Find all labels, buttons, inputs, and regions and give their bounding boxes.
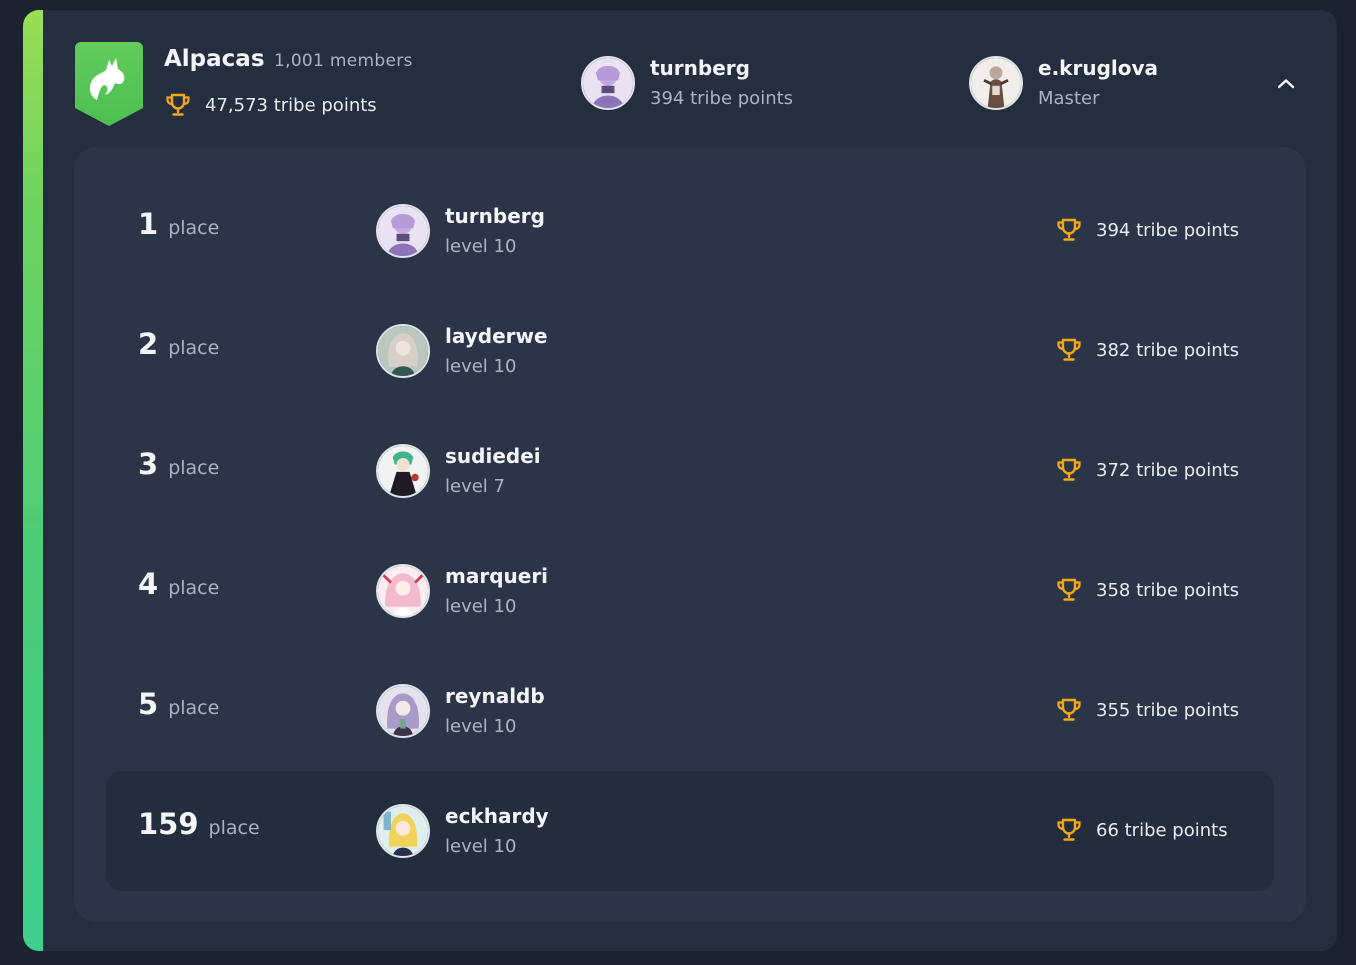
avatar[interactable] xyxy=(376,444,430,498)
tribe-name[interactable]: Alpacas xyxy=(164,46,265,72)
points-label: 66 tribe points xyxy=(1096,819,1228,841)
leaderboard-row[interactable]: 3 place sudiedei level 7 372 tribe point… xyxy=(106,411,1274,529)
user-level: level 10 xyxy=(445,716,517,737)
top-user-avatar[interactable] xyxy=(581,56,635,110)
rank-number: 2 xyxy=(138,327,159,361)
current-user-row[interactable]: 159 place eckhardy level 10 66 tribe poi… xyxy=(106,771,1274,891)
user-name[interactable]: sudiedei xyxy=(445,444,541,468)
avatar[interactable] xyxy=(376,204,430,258)
user-points: 358 tribe points xyxy=(1056,578,1239,602)
user-name[interactable]: layderwe xyxy=(445,324,548,348)
rank-number: 4 xyxy=(138,567,159,601)
tribe-points-label: 47,573 tribe points xyxy=(205,94,377,116)
user-name[interactable]: turnberg xyxy=(445,204,545,228)
user-name[interactable]: eckhardy xyxy=(445,804,549,828)
leaderboard-row[interactable]: 5 place reynaldb level 10 355 tribe poin… xyxy=(106,651,1274,769)
rank-number: 3 xyxy=(138,447,159,481)
avatar[interactable] xyxy=(376,324,430,378)
points-label: 382 tribe points xyxy=(1096,339,1240,361)
avatar[interactable] xyxy=(376,564,430,618)
points-label: 358 tribe points xyxy=(1096,579,1240,601)
place-label: place xyxy=(168,697,220,719)
rank-number: 5 xyxy=(138,687,159,721)
tribe-member-count: 1,001 members xyxy=(274,51,413,71)
top-user-name[interactable]: turnberg xyxy=(650,56,750,80)
points-label: 372 tribe points xyxy=(1096,459,1240,481)
trophy-icon xyxy=(1057,338,1081,361)
rank-number: 159 xyxy=(138,807,199,841)
avatar[interactable] xyxy=(376,804,430,858)
user-name[interactable]: marqueri xyxy=(445,564,548,588)
rank: 1 place xyxy=(138,207,219,241)
trophy-icon xyxy=(1057,458,1081,481)
tribe-header: Alpacas 1,001 members 47,573 tribe point… xyxy=(23,10,1337,147)
user-level: level 10 xyxy=(445,356,517,377)
trophy-icon xyxy=(1057,698,1081,721)
place-label: place xyxy=(168,337,220,359)
master-role: Master xyxy=(1038,88,1100,109)
leaderboard-row[interactable]: 2 place layderwe level 10 382 tribe poin… xyxy=(106,291,1274,409)
trophy-icon xyxy=(166,93,190,116)
rank-number: 1 xyxy=(138,207,159,241)
user-points: 372 tribe points xyxy=(1056,458,1239,482)
trophy-icon xyxy=(1057,818,1081,841)
place-label: place xyxy=(208,817,260,839)
user-name[interactable]: reynaldb xyxy=(445,684,545,708)
avatar[interactable] xyxy=(376,684,430,738)
rank: 3 place xyxy=(138,447,219,481)
tribe-points: 47,573 tribe points xyxy=(165,93,377,117)
rank: 159 place xyxy=(138,807,260,841)
points-label: 355 tribe points xyxy=(1096,699,1240,721)
top-user-points: 394 tribe points xyxy=(650,88,794,109)
points-label: 394 tribe points xyxy=(1096,219,1240,241)
chevron-up-icon xyxy=(1277,79,1295,89)
rank: 2 place xyxy=(138,327,219,361)
user-level: level 7 xyxy=(445,476,505,497)
master-name[interactable]: e.kruglova xyxy=(1038,56,1158,80)
place-label: place xyxy=(168,217,220,239)
user-points: 355 tribe points xyxy=(1056,698,1239,722)
user-points: 382 tribe points xyxy=(1056,338,1239,362)
master-avatar[interactable] xyxy=(969,56,1023,110)
collapse-button[interactable] xyxy=(1272,70,1300,98)
leaderboard-row[interactable]: 4 place marqueri level 10 358 tribe poin… xyxy=(106,531,1274,649)
place-label: place xyxy=(168,577,220,599)
user-points: 66 tribe points xyxy=(1056,818,1228,842)
accent-bar xyxy=(23,10,43,951)
place-label: place xyxy=(168,457,220,479)
trophy-icon xyxy=(1057,218,1081,241)
leaderboard-row[interactable]: 1 place turnberg level 10 394 tribe poin… xyxy=(106,171,1274,289)
user-level: level 10 xyxy=(445,236,517,257)
tribe-card: Alpacas 1,001 members 47,573 tribe point… xyxy=(23,10,1337,951)
leaderboard-panel: 1 place turnberg level 10 394 tribe poin… xyxy=(74,147,1306,922)
user-level: level 10 xyxy=(445,596,517,617)
rank: 4 place xyxy=(138,567,219,601)
trophy-icon xyxy=(1057,578,1081,601)
user-points: 394 tribe points xyxy=(1056,218,1239,242)
user-level: level 10 xyxy=(445,836,517,857)
rank: 5 place xyxy=(138,687,219,721)
alpaca-shield-icon xyxy=(75,42,143,126)
